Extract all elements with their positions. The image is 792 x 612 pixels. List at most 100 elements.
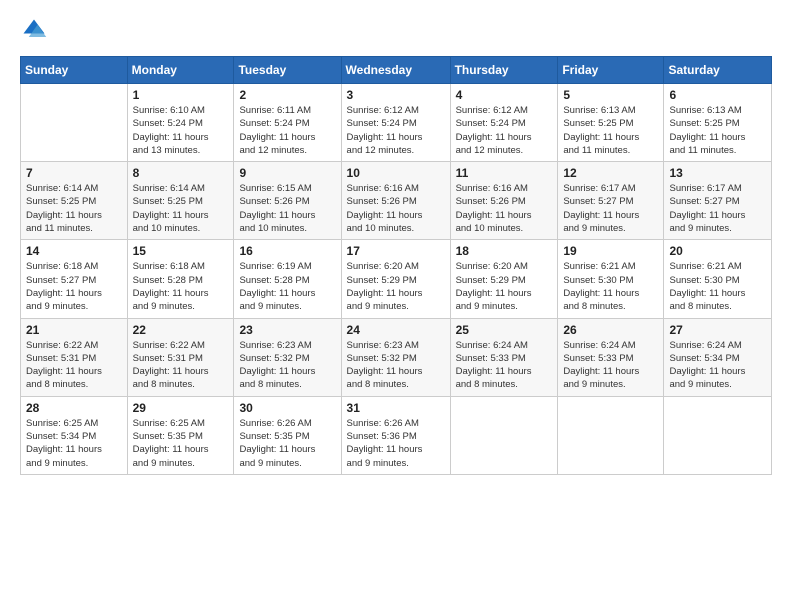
day-info: Sunrise: 6:26 AM Sunset: 5:35 PM Dayligh… bbox=[239, 417, 335, 470]
day-info: Sunrise: 6:23 AM Sunset: 5:32 PM Dayligh… bbox=[347, 339, 445, 392]
weekday-header-tuesday: Tuesday bbox=[234, 57, 341, 84]
day-cell: 4 Sunrise: 6:12 AM Sunset: 5:24 PM Daylig… bbox=[450, 84, 558, 162]
day-info: Sunrise: 6:22 AM Sunset: 5:31 PM Dayligh… bbox=[26, 339, 122, 392]
day-info: Sunrise: 6:26 AM Sunset: 5:36 PM Dayligh… bbox=[347, 417, 445, 470]
week-row-2: 7 Sunrise: 6:14 AM Sunset: 5:25 PM Daylig… bbox=[21, 162, 772, 240]
day-cell bbox=[558, 396, 664, 474]
day-cell: 3 Sunrise: 6:12 AM Sunset: 5:24 PM Daylig… bbox=[341, 84, 450, 162]
day-cell: 14 Sunrise: 6:18 AM Sunset: 5:27 PM Dayli… bbox=[21, 240, 128, 318]
day-number: 28 bbox=[26, 401, 122, 415]
day-info: Sunrise: 6:12 AM Sunset: 5:24 PM Dayligh… bbox=[347, 104, 445, 157]
day-info: Sunrise: 6:18 AM Sunset: 5:27 PM Dayligh… bbox=[26, 260, 122, 313]
day-number: 15 bbox=[133, 244, 229, 258]
day-number: 5 bbox=[563, 88, 658, 102]
day-info: Sunrise: 6:17 AM Sunset: 5:27 PM Dayligh… bbox=[563, 182, 658, 235]
day-info: Sunrise: 6:24 AM Sunset: 5:33 PM Dayligh… bbox=[563, 339, 658, 392]
day-cell: 24 Sunrise: 6:23 AM Sunset: 5:32 PM Dayli… bbox=[341, 318, 450, 396]
day-number: 1 bbox=[133, 88, 229, 102]
day-number: 19 bbox=[563, 244, 658, 258]
day-cell: 8 Sunrise: 6:14 AM Sunset: 5:25 PM Daylig… bbox=[127, 162, 234, 240]
day-info: Sunrise: 6:17 AM Sunset: 5:27 PM Dayligh… bbox=[669, 182, 766, 235]
day-number: 11 bbox=[456, 166, 553, 180]
day-number: 6 bbox=[669, 88, 766, 102]
day-cell: 9 Sunrise: 6:15 AM Sunset: 5:26 PM Daylig… bbox=[234, 162, 341, 240]
day-info: Sunrise: 6:12 AM Sunset: 5:24 PM Dayligh… bbox=[456, 104, 553, 157]
weekday-header-monday: Monday bbox=[127, 57, 234, 84]
day-cell: 30 Sunrise: 6:26 AM Sunset: 5:35 PM Dayli… bbox=[234, 396, 341, 474]
day-number: 3 bbox=[347, 88, 445, 102]
day-cell: 27 Sunrise: 6:24 AM Sunset: 5:34 PM Dayli… bbox=[664, 318, 772, 396]
day-number: 12 bbox=[563, 166, 658, 180]
day-number: 16 bbox=[239, 244, 335, 258]
day-number: 14 bbox=[26, 244, 122, 258]
day-number: 24 bbox=[347, 323, 445, 337]
day-cell: 13 Sunrise: 6:17 AM Sunset: 5:27 PM Dayli… bbox=[664, 162, 772, 240]
day-cell: 31 Sunrise: 6:26 AM Sunset: 5:36 PM Dayli… bbox=[341, 396, 450, 474]
week-row-4: 21Sunrise: 6:22 AM Sunset: 5:31 PM Dayli… bbox=[21, 318, 772, 396]
day-info: Sunrise: 6:25 AM Sunset: 5:35 PM Dayligh… bbox=[133, 417, 229, 470]
day-info: Sunrise: 6:24 AM Sunset: 5:33 PM Dayligh… bbox=[456, 339, 553, 392]
day-cell: 18Sunrise: 6:20 AM Sunset: 5:29 PM Dayli… bbox=[450, 240, 558, 318]
weekday-header-saturday: Saturday bbox=[664, 57, 772, 84]
day-info: Sunrise: 6:22 AM Sunset: 5:31 PM Dayligh… bbox=[133, 339, 229, 392]
day-cell: 28 Sunrise: 6:25 AM Sunset: 5:34 PM Dayli… bbox=[21, 396, 128, 474]
day-cell: 7 Sunrise: 6:14 AM Sunset: 5:25 PM Daylig… bbox=[21, 162, 128, 240]
day-number: 9 bbox=[239, 166, 335, 180]
day-info: Sunrise: 6:25 AM Sunset: 5:34 PM Dayligh… bbox=[26, 417, 122, 470]
day-info: Sunrise: 6:20 AM Sunset: 5:29 PM Dayligh… bbox=[456, 260, 553, 313]
day-cell bbox=[664, 396, 772, 474]
day-number: 27 bbox=[669, 323, 766, 337]
day-cell: 1Sunrise: 6:10 AM Sunset: 5:24 PM Daylig… bbox=[127, 84, 234, 162]
day-info: Sunrise: 6:19 AM Sunset: 5:28 PM Dayligh… bbox=[239, 260, 335, 313]
day-cell: 20 Sunrise: 6:21 AM Sunset: 5:30 PM Dayli… bbox=[664, 240, 772, 318]
day-number: 25 bbox=[456, 323, 553, 337]
day-number: 10 bbox=[347, 166, 445, 180]
day-info: Sunrise: 6:14 AM Sunset: 5:25 PM Dayligh… bbox=[26, 182, 122, 235]
calendar: SundayMondayTuesdayWednesdayThursdayFrid… bbox=[20, 56, 772, 475]
day-cell: 15 Sunrise: 6:18 AM Sunset: 5:28 PM Dayli… bbox=[127, 240, 234, 318]
day-info: Sunrise: 6:13 AM Sunset: 5:25 PM Dayligh… bbox=[669, 104, 766, 157]
day-cell: 23Sunrise: 6:23 AM Sunset: 5:32 PM Dayli… bbox=[234, 318, 341, 396]
day-number: 4 bbox=[456, 88, 553, 102]
weekday-header-thursday: Thursday bbox=[450, 57, 558, 84]
day-info: Sunrise: 6:24 AM Sunset: 5:34 PM Dayligh… bbox=[669, 339, 766, 392]
day-number: 7 bbox=[26, 166, 122, 180]
day-info: Sunrise: 6:16 AM Sunset: 5:26 PM Dayligh… bbox=[456, 182, 553, 235]
day-number: 13 bbox=[669, 166, 766, 180]
day-cell: 26 Sunrise: 6:24 AM Sunset: 5:33 PM Dayli… bbox=[558, 318, 664, 396]
day-cell: 12 Sunrise: 6:17 AM Sunset: 5:27 PM Dayli… bbox=[558, 162, 664, 240]
day-info: Sunrise: 6:11 AM Sunset: 5:24 PM Dayligh… bbox=[239, 104, 335, 157]
day-number: 30 bbox=[239, 401, 335, 415]
day-info: Sunrise: 6:21 AM Sunset: 5:30 PM Dayligh… bbox=[563, 260, 658, 313]
day-info: Sunrise: 6:14 AM Sunset: 5:25 PM Dayligh… bbox=[133, 182, 229, 235]
day-number: 17 bbox=[347, 244, 445, 258]
day-info: Sunrise: 6:18 AM Sunset: 5:28 PM Dayligh… bbox=[133, 260, 229, 313]
day-number: 23 bbox=[239, 323, 335, 337]
day-cell: 2Sunrise: 6:11 AM Sunset: 5:24 PM Daylig… bbox=[234, 84, 341, 162]
day-cell bbox=[450, 396, 558, 474]
day-cell: 17 Sunrise: 6:20 AM Sunset: 5:29 PM Dayli… bbox=[341, 240, 450, 318]
day-cell: 16 Sunrise: 6:19 AM Sunset: 5:28 PM Dayli… bbox=[234, 240, 341, 318]
day-info: Sunrise: 6:16 AM Sunset: 5:26 PM Dayligh… bbox=[347, 182, 445, 235]
day-info: Sunrise: 6:13 AM Sunset: 5:25 PM Dayligh… bbox=[563, 104, 658, 157]
day-info: Sunrise: 6:20 AM Sunset: 5:29 PM Dayligh… bbox=[347, 260, 445, 313]
day-number: 8 bbox=[133, 166, 229, 180]
day-cell: 21Sunrise: 6:22 AM Sunset: 5:31 PM Dayli… bbox=[21, 318, 128, 396]
page: SundayMondayTuesdayWednesdayThursdayFrid… bbox=[0, 0, 792, 612]
day-cell: 25 Sunrise: 6:24 AM Sunset: 5:33 PM Dayli… bbox=[450, 318, 558, 396]
day-number: 26 bbox=[563, 323, 658, 337]
day-cell: 19 Sunrise: 6:21 AM Sunset: 5:30 PM Dayli… bbox=[558, 240, 664, 318]
day-number: 20 bbox=[669, 244, 766, 258]
day-info: Sunrise: 6:15 AM Sunset: 5:26 PM Dayligh… bbox=[239, 182, 335, 235]
weekday-header-wednesday: Wednesday bbox=[341, 57, 450, 84]
weekday-header-row: SundayMondayTuesdayWednesdayThursdayFrid… bbox=[21, 57, 772, 84]
day-cell bbox=[21, 84, 128, 162]
week-row-5: 28 Sunrise: 6:25 AM Sunset: 5:34 PM Dayli… bbox=[21, 396, 772, 474]
day-info: Sunrise: 6:21 AM Sunset: 5:30 PM Dayligh… bbox=[669, 260, 766, 313]
day-number: 31 bbox=[347, 401, 445, 415]
header bbox=[20, 16, 772, 44]
day-cell: 11 Sunrise: 6:16 AM Sunset: 5:26 PM Dayli… bbox=[450, 162, 558, 240]
day-cell: 29Sunrise: 6:25 AM Sunset: 5:35 PM Dayli… bbox=[127, 396, 234, 474]
day-cell: 5 Sunrise: 6:13 AM Sunset: 5:25 PM Daylig… bbox=[558, 84, 664, 162]
day-cell: 22Sunrise: 6:22 AM Sunset: 5:31 PM Dayli… bbox=[127, 318, 234, 396]
